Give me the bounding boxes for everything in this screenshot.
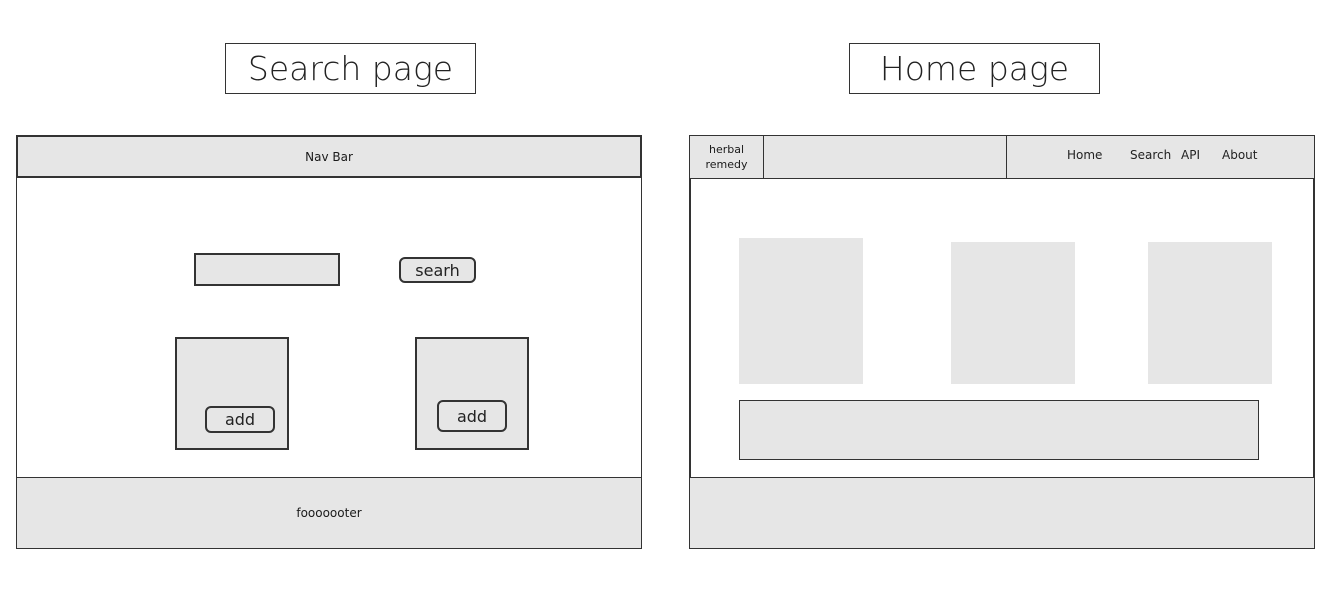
- nav-link-home[interactable]: Home: [1067, 148, 1102, 162]
- nav-link-search[interactable]: Search: [1130, 148, 1171, 162]
- home-page-title-text: Home page: [879, 49, 1070, 88]
- search-page-navbar: Nav Bar: [16, 135, 642, 178]
- add-button[interactable]: add: [437, 400, 507, 432]
- result-card: [175, 337, 289, 450]
- navbar-divider: [1006, 135, 1007, 179]
- search-page-title-text: Search page: [247, 49, 454, 88]
- navbar-label: Nav Bar: [305, 149, 353, 164]
- footer-label: fooooooter: [296, 506, 362, 520]
- add-button-label: add: [224, 410, 256, 429]
- image-placeholder: [1148, 242, 1272, 384]
- result-card: [415, 337, 529, 450]
- search-button-label: searh: [415, 260, 460, 280]
- search-input[interactable]: [194, 253, 340, 286]
- home-page-title: Home page: [849, 43, 1100, 94]
- nav-link-api[interactable]: API: [1181, 148, 1200, 162]
- search-page-footer: fooooooter: [16, 477, 642, 549]
- search-page-title: Search page: [225, 43, 476, 94]
- image-placeholder: [951, 242, 1075, 384]
- add-button-label: add: [456, 406, 488, 426]
- logo-label: herbal remedy: [705, 143, 748, 171]
- content-banner: [739, 400, 1259, 460]
- image-placeholder: [739, 238, 863, 384]
- add-button[interactable]: add: [205, 406, 275, 433]
- search-button[interactable]: searh: [399, 257, 476, 283]
- logo[interactable]: herbal remedy: [689, 135, 764, 179]
- nav-link-about[interactable]: About: [1222, 148, 1257, 162]
- home-page-footer: [689, 477, 1315, 549]
